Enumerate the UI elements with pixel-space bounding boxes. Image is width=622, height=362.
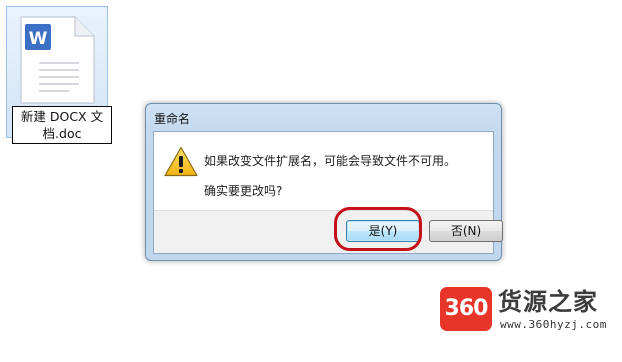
file-name-editbox[interactable]: 新建 DOCX 文 档.doc [12, 106, 112, 144]
watermark-url: www.360hyzj.com [500, 318, 607, 331]
dialog-message: 如果改变文件扩展名，可能会导致文件不可用。 [204, 154, 457, 168]
file-name-line1: 新建 DOCX 文 [20, 109, 104, 124]
no-button[interactable]: 否(N) [429, 220, 503, 242]
watermark: 360 货源之家 www.360hyzj.com [440, 287, 618, 341]
dialog-question: 确实要更改吗? [204, 184, 283, 198]
dialog-title: 重命名 [154, 112, 191, 126]
svg-text:W: W [29, 29, 48, 49]
warning-icon [164, 146, 198, 177]
desktop-file-item[interactable]: W 新建 DOCX 文 档.doc [6, 6, 112, 144]
dialog-content: 如果改变文件扩展名，可能会导致文件不可用。 确实要更改吗? 是(Y) 否(N) [153, 131, 503, 254]
watermark-logo: 360 [440, 287, 492, 331]
highlight-annotation [334, 207, 422, 251]
watermark-name: 货源之家 [498, 288, 598, 316]
file-name-line2: 档.doc [42, 126, 82, 141]
wps-document-icon: W [20, 16, 95, 104]
dialog-button-bar: 是(Y) 否(N) [154, 210, 503, 253]
dialog-titlebar[interactable]: 重命名 [146, 104, 501, 131]
rename-dialog: 重命名 如果改变文件扩展名，可能会导致文件不可用。 确实要更改吗? 是(Y) 否… [145, 103, 503, 261]
